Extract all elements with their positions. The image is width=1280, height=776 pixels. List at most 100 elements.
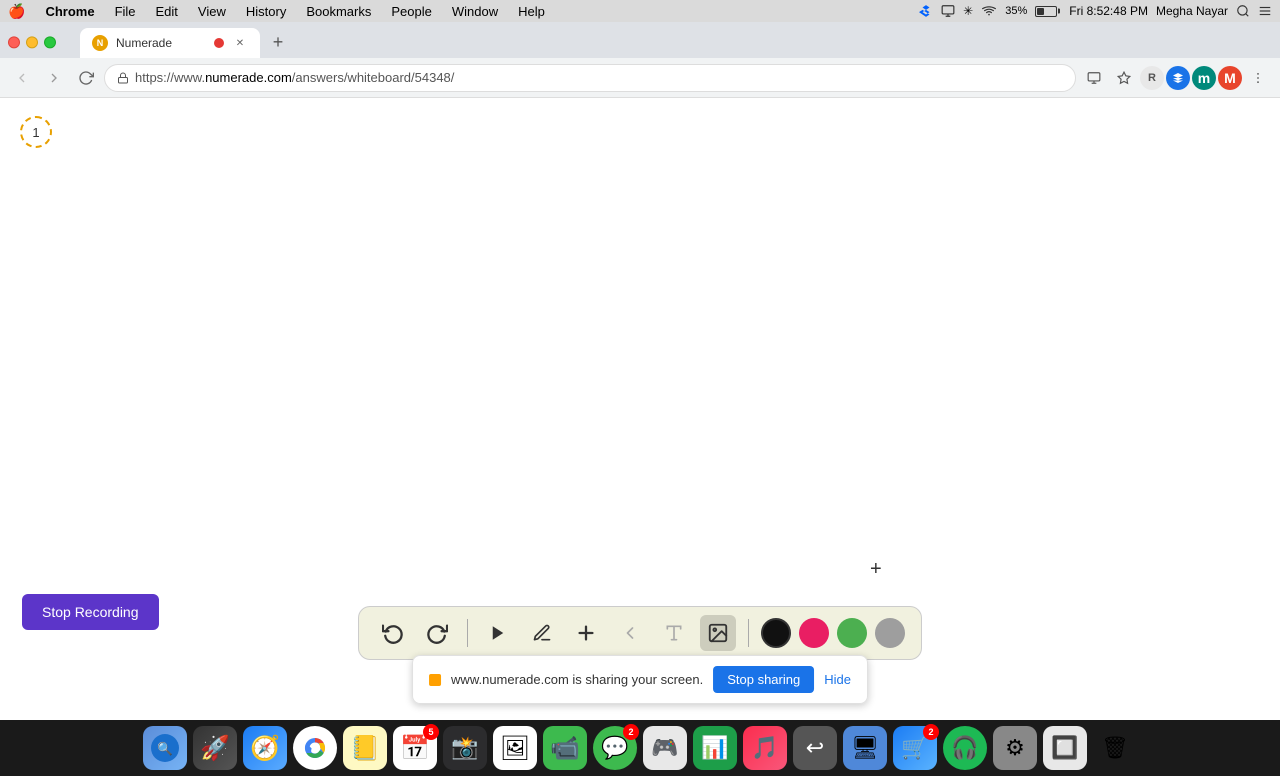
sharing-text: www.numerade.com is sharing your screen. bbox=[451, 672, 703, 687]
tab-recording-indicator bbox=[214, 38, 224, 48]
hide-notification-button[interactable]: Hide bbox=[824, 672, 851, 687]
dock-appstore[interactable]: 🛒 2 bbox=[893, 726, 937, 770]
menu-chrome[interactable]: Chrome bbox=[37, 0, 102, 22]
appstore-badge: 2 bbox=[923, 724, 939, 740]
add-tool-button[interactable] bbox=[568, 615, 604, 651]
color-black[interactable] bbox=[761, 618, 791, 648]
dock-gameapp[interactable]: 🎮 bbox=[643, 726, 687, 770]
menu-right-side: ✳ 35% Fri 8:52:48 PM Megha Nayar bbox=[919, 4, 1272, 18]
datetime: Fri 8:52:48 PM bbox=[1069, 4, 1148, 18]
eraser-tool-button[interactable] bbox=[612, 615, 648, 651]
redo-button[interactable] bbox=[419, 615, 455, 651]
forward-button[interactable] bbox=[40, 64, 68, 92]
page-indicator: 1 bbox=[20, 116, 52, 148]
chrome-menu-button[interactable] bbox=[1244, 64, 1272, 92]
tab-favicon: N bbox=[92, 35, 108, 51]
menu-view[interactable]: View bbox=[190, 0, 234, 22]
dock-screenshot[interactable]: 📸 bbox=[443, 726, 487, 770]
dock-launchpad[interactable]: 🚀 bbox=[193, 726, 237, 770]
url-domain: numerade.com bbox=[205, 70, 292, 85]
dock-trash[interactable]: 🗑 bbox=[1093, 726, 1137, 770]
stop-recording-button[interactable]: Stop Recording bbox=[22, 594, 159, 630]
address-right-buttons: R m M bbox=[1080, 64, 1272, 92]
profile-button[interactable]: M bbox=[1218, 66, 1242, 90]
menu-bar: 🍎 Chrome File Edit View History Bookmark… bbox=[0, 0, 1280, 22]
dock-safari[interactable]: 🧭 bbox=[243, 726, 287, 770]
image-tool-button[interactable] bbox=[700, 615, 736, 651]
play-button[interactable] bbox=[480, 615, 516, 651]
svg-text:🔍: 🔍 bbox=[157, 740, 173, 756]
menu-people[interactable]: People bbox=[383, 0, 439, 22]
menu-file[interactable]: File bbox=[107, 0, 144, 22]
dock-finder[interactable]: 🔍 bbox=[143, 726, 187, 770]
color-green[interactable] bbox=[837, 618, 867, 648]
menu-bookmarks[interactable]: Bookmarks bbox=[298, 0, 379, 22]
new-tab-button[interactable]: + bbox=[264, 28, 292, 56]
browser-tab[interactable]: N Numerade ✕ bbox=[80, 28, 260, 58]
color-pink[interactable] bbox=[799, 618, 829, 648]
dock-messages[interactable]: 💬 2 bbox=[593, 726, 637, 770]
dock-calendar[interactable]: 📅 5 bbox=[393, 726, 437, 770]
url-path: /answers/whiteboard/54348/ bbox=[292, 70, 455, 85]
toolbar-divider-1 bbox=[467, 619, 468, 647]
tab-close-button[interactable]: ✕ bbox=[232, 35, 248, 51]
whiteboard-toolbar bbox=[358, 606, 922, 660]
dock-photos[interactable]: 🖼 bbox=[493, 726, 537, 770]
messages-badge: 2 bbox=[623, 724, 639, 740]
color-gray[interactable] bbox=[875, 618, 905, 648]
minimize-window-button[interactable] bbox=[26, 36, 38, 48]
tab-bar: N Numerade ✕ + bbox=[0, 22, 1280, 58]
dock-music[interactable]: 🎵 bbox=[743, 726, 787, 770]
dock-systemprefs[interactable]: ⚙ bbox=[993, 726, 1037, 770]
browser-window: N Numerade ✕ + https://www.numerade.com/… bbox=[0, 22, 1280, 720]
url-text: https://www.numerade.com/answers/whitebo… bbox=[135, 70, 454, 85]
refresh-button[interactable] bbox=[72, 64, 100, 92]
traffic-lights-container bbox=[8, 36, 56, 48]
menu-icon[interactable] bbox=[1258, 4, 1272, 18]
menu-history[interactable]: History bbox=[238, 0, 294, 22]
wifi-icon[interactable] bbox=[981, 5, 997, 17]
toolbar-divider-2 bbox=[748, 619, 749, 647]
dock-facetime[interactable]: 📹 bbox=[543, 726, 587, 770]
plus-cursor-indicator: + bbox=[870, 558, 882, 581]
url-prefix: https://www. bbox=[135, 70, 205, 85]
page-content[interactable]: 1 + Stop Recording bbox=[0, 98, 1280, 720]
extension-teal-button[interactable]: m bbox=[1192, 66, 1216, 90]
screen-record-button[interactable] bbox=[1080, 64, 1108, 92]
dock-undo[interactable]: ↩ bbox=[793, 726, 837, 770]
menu-window[interactable]: Window bbox=[444, 0, 506, 22]
display-icon[interactable] bbox=[941, 4, 955, 18]
url-bar[interactable]: https://www.numerade.com/answers/whitebo… bbox=[104, 64, 1076, 92]
pen-tool-button[interactable] bbox=[524, 615, 560, 651]
dock: 🔍 🚀 🧭 📒 📅 5 📸 🖼 📹 💬 2 🎮 📊 bbox=[0, 720, 1280, 776]
bookmark-button[interactable] bbox=[1110, 64, 1138, 92]
fullscreen-window-button[interactable] bbox=[44, 36, 56, 48]
undo-button[interactable] bbox=[375, 615, 411, 651]
dock-numbers[interactable]: 📊 bbox=[693, 726, 737, 770]
extension-r-button[interactable]: R bbox=[1140, 66, 1164, 90]
dock-chrome[interactable] bbox=[293, 726, 337, 770]
stop-sharing-button[interactable]: Stop sharing bbox=[713, 666, 814, 693]
battery-percent: 35% bbox=[1005, 5, 1027, 17]
apple-logo-icon[interactable]: 🍎 bbox=[8, 3, 25, 20]
tab-title: Numerade bbox=[116, 36, 206, 50]
dock-notes[interactable]: 📒 bbox=[343, 726, 387, 770]
username: Megha Nayar bbox=[1156, 4, 1228, 18]
menu-edit[interactable]: Edit bbox=[148, 0, 186, 22]
tab-favicon-img: N bbox=[92, 35, 108, 51]
close-window-button[interactable] bbox=[8, 36, 20, 48]
extension-blue-button[interactable] bbox=[1166, 66, 1190, 90]
dropbox-icon[interactable] bbox=[919, 4, 933, 18]
menu-help[interactable]: Help bbox=[510, 0, 553, 22]
lock-icon bbox=[117, 72, 129, 84]
battery-icon bbox=[1035, 6, 1057, 17]
calendar-badge: 5 bbox=[423, 724, 439, 740]
sharing-indicator-icon bbox=[429, 674, 441, 686]
dock-keynote[interactable]: 🖥 bbox=[843, 726, 887, 770]
bluetooth-icon[interactable]: ✳ bbox=[963, 4, 973, 18]
text-tool-button[interactable] bbox=[656, 615, 692, 651]
dock-preview[interactable]: 🔲 bbox=[1043, 726, 1087, 770]
search-icon[interactable] bbox=[1236, 4, 1250, 18]
back-button[interactable] bbox=[8, 64, 36, 92]
dock-spotify[interactable]: 🎧 bbox=[943, 726, 987, 770]
